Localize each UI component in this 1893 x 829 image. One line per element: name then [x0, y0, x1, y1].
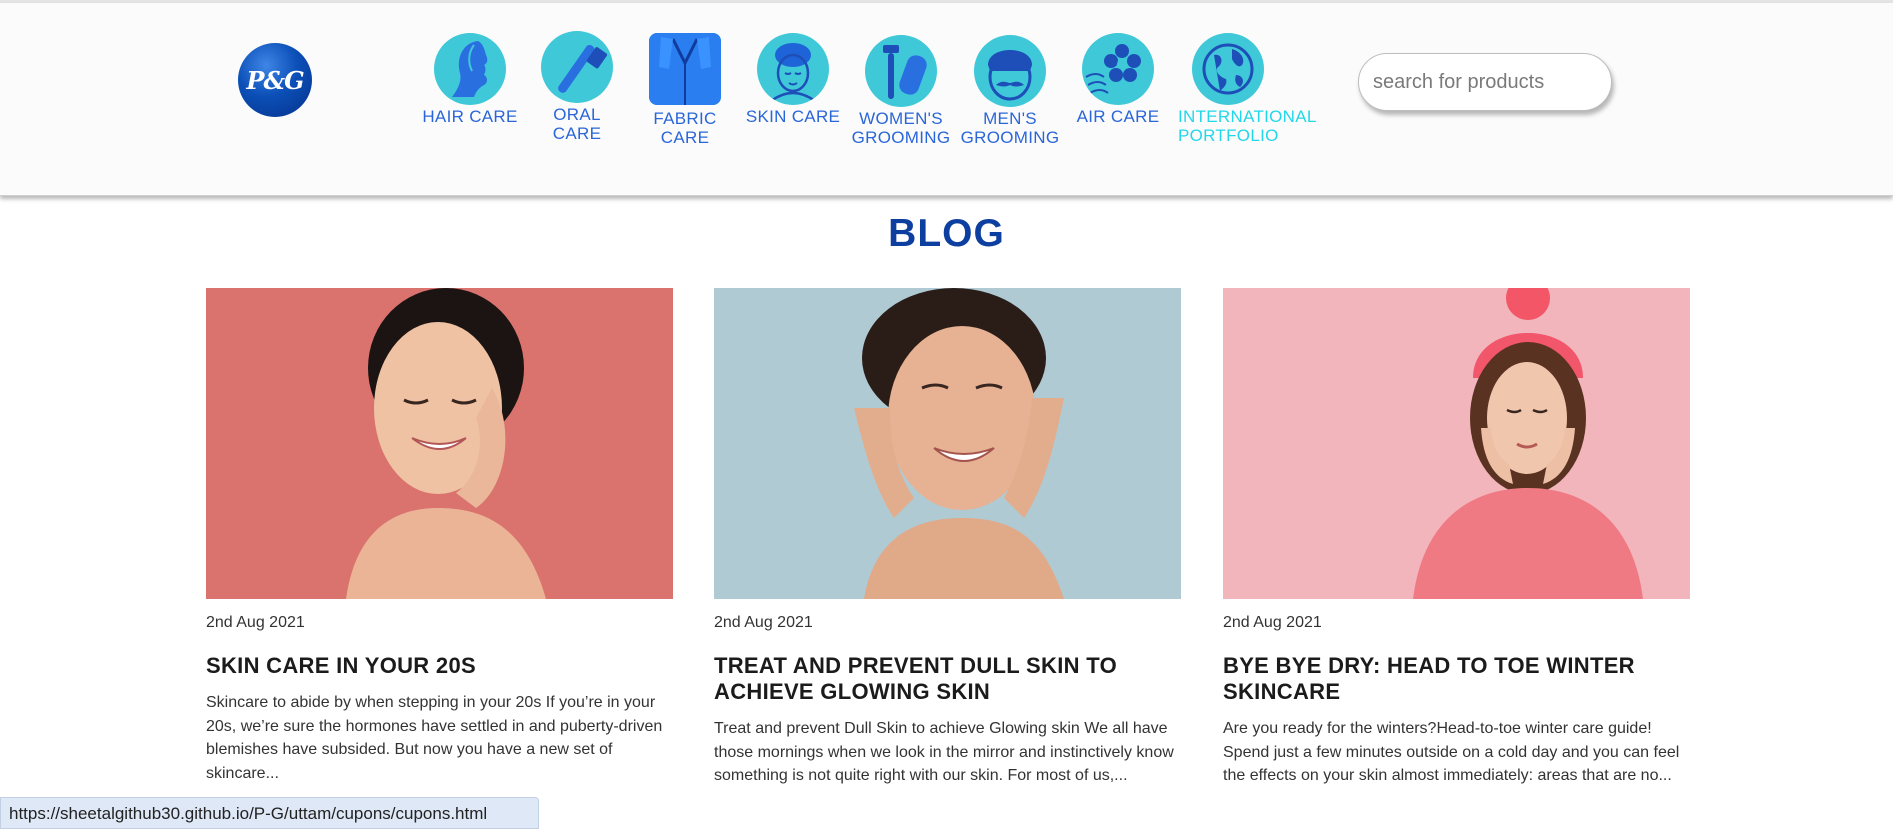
logo-text: P&G [246, 65, 304, 95]
nav-label: ORAL CARE [552, 105, 602, 143]
globe-icon [1192, 33, 1264, 105]
status-bar-url: https://sheetalgithub30.github.io/P-G/ut… [0, 797, 539, 829]
page-title: BLOG [888, 212, 1005, 255]
site-header: P&G HAIR CARE ORAL CARE FABRIC CARE SKIN… [0, 3, 1893, 196]
post-excerpt: Are you ready for the winters?Head-to-to… [1223, 720, 1680, 784]
post-date: 2nd Aug 2021 [206, 614, 305, 631]
post-excerpt: Skincare to abide by when stepping in yo… [206, 694, 663, 782]
search-input[interactable] [1358, 53, 1612, 111]
post-date: 2nd Aug 2021 [714, 614, 813, 631]
nav-label: INTERNATIONAL PORTFOLIO [1178, 107, 1317, 145]
post-title[interactable]: BYE BYE DRY: HEAD TO TOE WINTER SKINCARE [1223, 653, 1690, 705]
nav-label: FABRIC CARE [653, 109, 717, 147]
blog-card: 2nd Aug 2021 SKIN CARE IN YOUR 20S Skinc… [206, 288, 673, 782]
blog-image[interactable] [714, 288, 1181, 599]
hair-care-icon [434, 33, 506, 105]
face-care-icon [757, 33, 829, 105]
flower-breeze-icon [1082, 33, 1154, 105]
post-excerpt: Treat and prevent Dull Skin to achieve G… [714, 720, 1174, 784]
blog-image[interactable] [1223, 288, 1690, 599]
blog-card: 2nd Aug 2021 TREAT AND PREVENT DULL SKIN… [714, 288, 1181, 784]
toothbrush-icon [541, 31, 613, 103]
post-date: 2nd Aug 2021 [1223, 614, 1322, 631]
pg-logo[interactable]: P&G [238, 43, 312, 117]
post-title[interactable]: SKIN CARE IN YOUR 20S [206, 653, 673, 679]
shirt-icon [649, 33, 721, 105]
nav-international-portfolio[interactable]: INTERNATIONAL PORTFOLIO [1160, 33, 1330, 145]
blog-image[interactable] [206, 288, 673, 599]
razor-icon [865, 35, 937, 107]
post-title[interactable]: TREAT AND PREVENT DULL SKIN TO ACHIEVE G… [714, 653, 1181, 705]
blog-card: 2nd Aug 2021 BYE BYE DRY: HEAD TO TOE WI… [1223, 288, 1690, 784]
mustache-face-icon [974, 35, 1046, 107]
